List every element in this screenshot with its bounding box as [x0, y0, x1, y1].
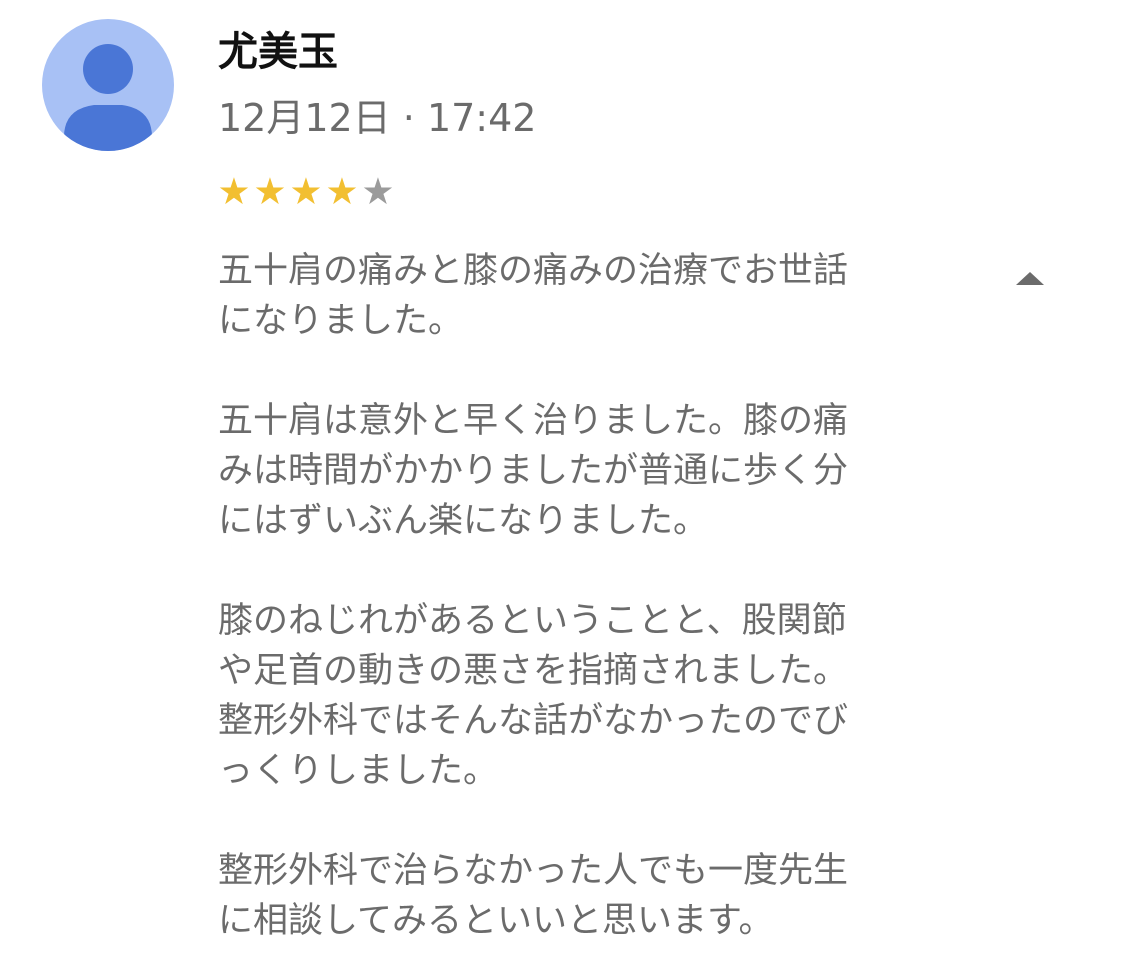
review-paragraph: 五十肩の痛みと膝の痛みの治療でお世話 になりました。 — [218, 246, 930, 346]
review-line: 整形外科で治らなかった人でも一度先生 — [218, 851, 849, 891]
review-line: 膝のねじれがあるということと、股関節 — [218, 601, 847, 641]
collapse-button[interactable] — [1004, 258, 1056, 298]
star-filled-icon: ★ — [253, 170, 287, 213]
review-line: 整形外科ではそんな話がなかったのでび — [218, 701, 849, 741]
star-empty-icon: ★ — [361, 170, 395, 213]
review-line: みは時間がかかりましたが普通に歩く分 — [218, 451, 849, 491]
review-line: 五十肩は意外と早く治りました。膝の痛 — [218, 401, 849, 441]
person-icon — [64, 44, 152, 151]
star-filled-icon: ★ — [217, 170, 251, 213]
avatar[interactable] — [42, 19, 174, 151]
star-filled-icon: ★ — [325, 170, 359, 213]
review-line: 五十肩の痛みと膝の痛みの治療でお世話 — [218, 251, 849, 291]
review-paragraph: 膝のねじれがあるということと、股関節 や足首の動きの悪さを指摘されました。 整形… — [218, 596, 930, 796]
star-rating: ★ ★ ★ ★ ★ — [216, 170, 396, 214]
review-line: に相談してみるといいと思います。 — [218, 901, 774, 941]
author-name[interactable]: 尤美玉 — [218, 24, 338, 80]
review-paragraph: 五十肩は意外と早く治りました。膝の痛 みは時間がかかりましたが普通に歩く分 には… — [218, 396, 930, 546]
review-timestamp: 12月12日 · 17:42 — [218, 96, 537, 140]
review-text: 五十肩の痛みと膝の痛みの治療でお世話 になりました。 五十肩は意外と早く治りまし… — [218, 246, 930, 946]
star-filled-icon: ★ — [289, 170, 323, 213]
review-line: になりました。 — [218, 301, 464, 341]
review-paragraph: 整形外科で治らなかった人でも一度先生 に相談してみるといいと思います。 — [218, 846, 930, 946]
review-line: っくりしました。 — [218, 751, 499, 791]
review-line: にはずいぶん楽になりました。 — [218, 501, 709, 541]
caret-up-icon — [1016, 272, 1044, 285]
review-card: 尤美玉 12月12日 · 17:42 ★ ★ ★ ★ ★ 五十肩の痛みと膝の痛み… — [0, 0, 1122, 976]
review-line: や足首の動きの悪さを指摘されました。 — [218, 651, 849, 691]
